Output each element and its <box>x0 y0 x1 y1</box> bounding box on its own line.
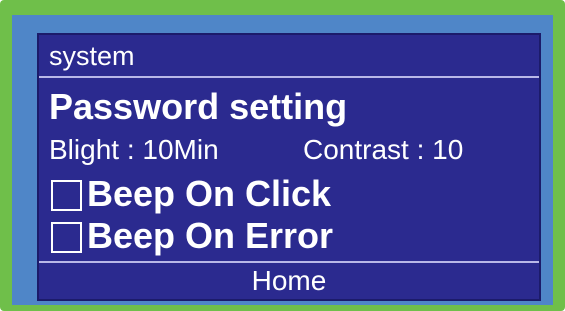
menu-header: system <box>39 35 539 78</box>
contrast-setting[interactable]: Contrast : 10 <box>303 133 463 167</box>
menu-title: system <box>49 41 135 71</box>
beep-on-click-label: Beep On Click <box>87 173 332 214</box>
lcd-screen: system Password setting Blight : 10Min C… <box>37 33 541 301</box>
beep-on-error-label: Beep On Error <box>87 215 334 256</box>
home-label: Home <box>251 265 327 296</box>
blight-setting[interactable]: Blight : 10Min <box>49 133 219 167</box>
password-setting-item[interactable]: Password setting <box>49 87 347 127</box>
beep-on-click-checkbox[interactable] <box>51 180 82 211</box>
home-button[interactable]: Home <box>39 261 539 301</box>
beep-on-error-checkbox[interactable] <box>51 222 82 253</box>
